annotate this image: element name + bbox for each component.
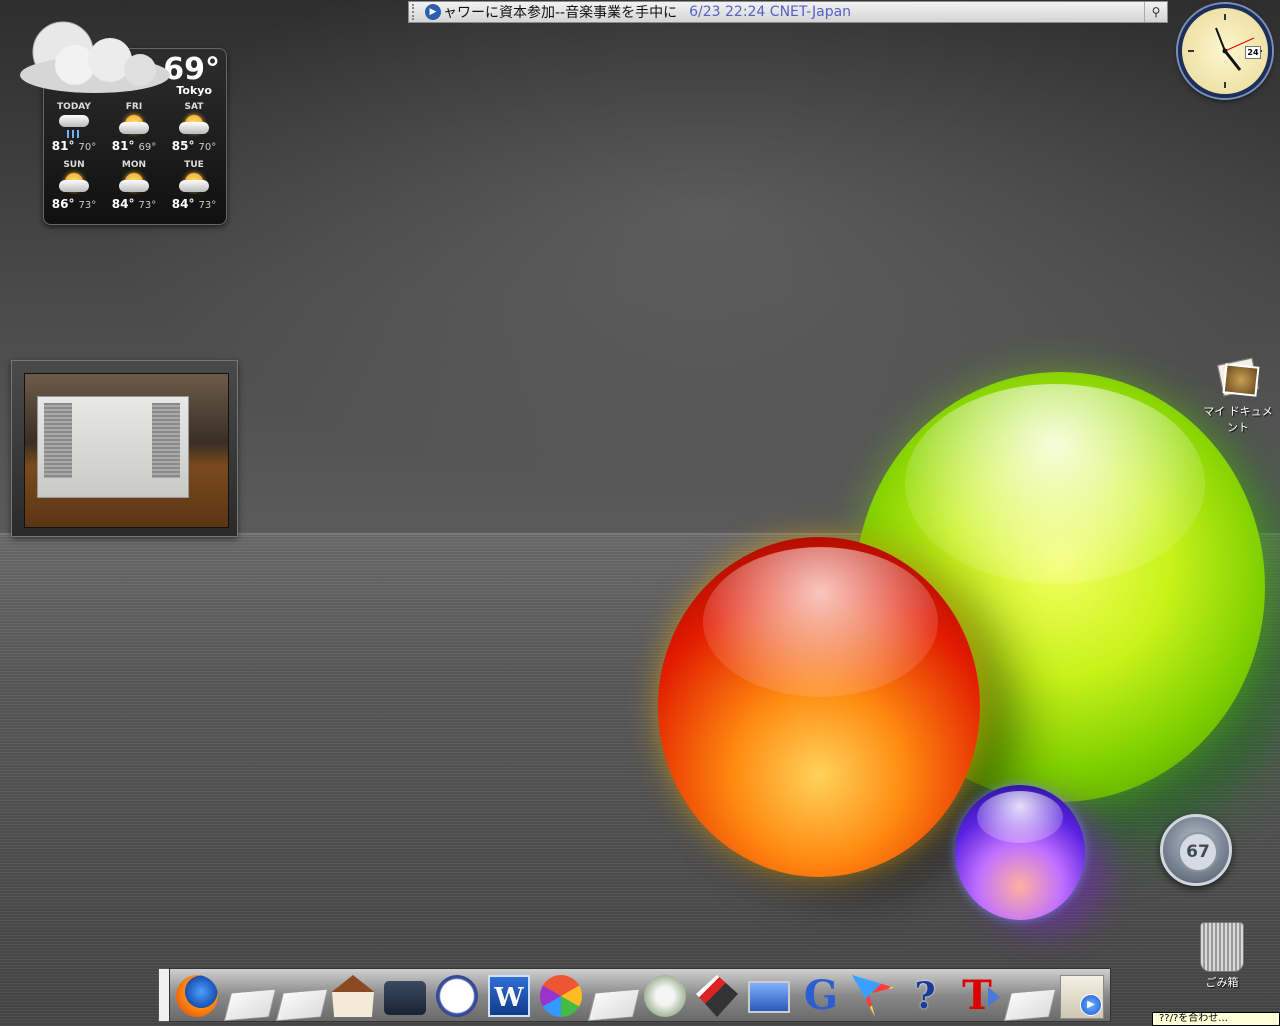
dock-item-arrow[interactable] bbox=[848, 971, 898, 1019]
forecast-low: 69° bbox=[138, 142, 157, 153]
trash-desktop-icon[interactable]: ごみ箱 bbox=[1192, 922, 1252, 990]
trash-icon bbox=[1200, 922, 1244, 972]
counter-badge-widget[interactable]: 67 bbox=[1160, 814, 1232, 886]
briefcase-icon bbox=[384, 981, 426, 1015]
forecast-low: 73° bbox=[198, 200, 217, 211]
dock-item-tools[interactable] bbox=[692, 971, 742, 1019]
forecast-day-name: SUN bbox=[63, 160, 85, 170]
house-icon bbox=[332, 975, 374, 1017]
forecast-day-name: SAT bbox=[184, 102, 204, 112]
forecast-day: FRI 81° 69° bbox=[104, 102, 164, 158]
folder-icon bbox=[587, 988, 641, 1022]
moon-cloud-icon bbox=[20, 21, 170, 93]
forecast-high: 85° bbox=[171, 139, 195, 153]
weather-city: Tokyo bbox=[176, 84, 212, 97]
dock-item-folder[interactable] bbox=[1003, 971, 1057, 1022]
dock-item-monitors[interactable] bbox=[744, 971, 794, 1019]
clock-date: 24 bbox=[1245, 46, 1261, 59]
forecast-low: 70° bbox=[198, 142, 217, 153]
my-documents-desktop-icon[interactable]: マイ ドキュメント bbox=[1198, 355, 1278, 435]
sun-cloud-icon bbox=[117, 113, 151, 135]
blue-orb bbox=[955, 785, 1085, 920]
type-icon: T bbox=[956, 975, 1000, 1017]
sun-cloud-icon bbox=[117, 171, 151, 193]
clock-icon bbox=[436, 975, 478, 1017]
folder-icon bbox=[275, 988, 329, 1022]
forecast-day-name: MON bbox=[121, 160, 147, 170]
ticker-headline[interactable]: ャワーに資本参加--音楽事業を手中に bbox=[443, 2, 677, 22]
forecast-day-name: TODAY bbox=[57, 102, 91, 112]
dock-item-picasa[interactable] bbox=[536, 971, 586, 1019]
my-documents-label: マイ ドキュメント bbox=[1203, 405, 1273, 434]
current-temperature: 69° bbox=[163, 52, 220, 87]
analog-clock-widget[interactable]: 24 bbox=[1178, 4, 1272, 98]
forecast-high: 84° bbox=[111, 197, 135, 211]
dock-item-folder[interactable] bbox=[587, 971, 641, 1022]
forecast-low: 73° bbox=[78, 200, 97, 211]
itunes-icon bbox=[644, 975, 686, 1017]
photo-image bbox=[24, 373, 229, 528]
forecast-low: 70° bbox=[78, 142, 97, 153]
trash-label: ごみ箱 bbox=[1205, 976, 1239, 989]
forecast-grid: TODAY 81° 70° FRI 81° 69° SAT 85° 70° SUN 8… bbox=[44, 102, 226, 216]
forecast-high: 86° bbox=[51, 197, 75, 211]
dock-item-house[interactable] bbox=[328, 971, 378, 1019]
forecast-high: 84° bbox=[171, 197, 195, 211]
dock-item-folder[interactable] bbox=[223, 971, 277, 1022]
forecast-day-name: FRI bbox=[125, 102, 143, 112]
folder-icon bbox=[223, 988, 277, 1022]
dock-item-firefox[interactable] bbox=[172, 971, 222, 1019]
monitors-icon bbox=[748, 981, 790, 1013]
photos-folder-icon bbox=[1216, 355, 1260, 399]
dock-item-type[interactable]: T bbox=[952, 971, 1002, 1019]
folder-icon bbox=[1003, 988, 1057, 1022]
forecast-day: SAT 85° 70° bbox=[164, 102, 224, 158]
forecast-high: 81° bbox=[111, 139, 135, 153]
red-orb bbox=[658, 537, 980, 877]
sun-cloud-icon bbox=[177, 113, 211, 135]
arrow-icon bbox=[852, 975, 894, 1017]
picasa-icon bbox=[540, 975, 582, 1017]
forecast-day: TODAY 81° 70° bbox=[44, 102, 104, 158]
sun-cloud-icon bbox=[177, 171, 211, 193]
rain-cloud-icon bbox=[57, 113, 91, 138]
dock-item-word[interactable]: W bbox=[484, 971, 534, 1019]
google-icon: G bbox=[803, 972, 839, 1019]
firefox-icon bbox=[176, 975, 218, 1017]
dock-item-help[interactable]: ? bbox=[900, 971, 950, 1019]
dock-item-briefcase[interactable] bbox=[380, 971, 430, 1019]
sun-cloud-icon bbox=[57, 171, 91, 193]
forecast-day: SUN 86° 73° bbox=[44, 160, 104, 216]
help-icon: ? bbox=[914, 975, 936, 1017]
news-ticker[interactable]: ▶ ャワーに資本参加--音楽事業を手中に 6/23 22:24 CNET-Jap… bbox=[408, 1, 1168, 23]
forecast-day: TUE 84° 73° bbox=[164, 160, 224, 216]
play-icon[interactable]: ▶ bbox=[1080, 994, 1102, 1016]
forecast-high: 81° bbox=[51, 139, 75, 153]
forecast-day-name: TUE bbox=[184, 160, 204, 170]
word-icon: W bbox=[488, 975, 530, 1017]
dock-item-itunes[interactable] bbox=[640, 971, 690, 1019]
forecast-low: 73° bbox=[138, 200, 157, 211]
photo-frame-widget[interactable] bbox=[11, 360, 238, 537]
ticker-meta: 6/23 22:24 CNET-Japan bbox=[689, 4, 852, 20]
dock: W G ? T ▶ bbox=[169, 968, 1111, 1022]
dock-item-clock[interactable] bbox=[432, 971, 482, 1019]
tools-icon bbox=[696, 975, 738, 1017]
forecast-day: MON 84° 73° bbox=[104, 160, 164, 216]
search-icon[interactable]: ⚲ bbox=[1144, 2, 1167, 22]
counter-value: 67 bbox=[1178, 832, 1218, 872]
play-icon[interactable]: ▶ bbox=[425, 4, 441, 20]
ticker-grip-handle[interactable] bbox=[412, 4, 422, 20]
speaker-dock-image bbox=[37, 396, 189, 498]
dock-item-folder[interactable] bbox=[275, 971, 329, 1022]
dock-item-google[interactable]: G bbox=[796, 971, 846, 1019]
dock-item-documents[interactable]: ▶ bbox=[1056, 971, 1106, 1019]
